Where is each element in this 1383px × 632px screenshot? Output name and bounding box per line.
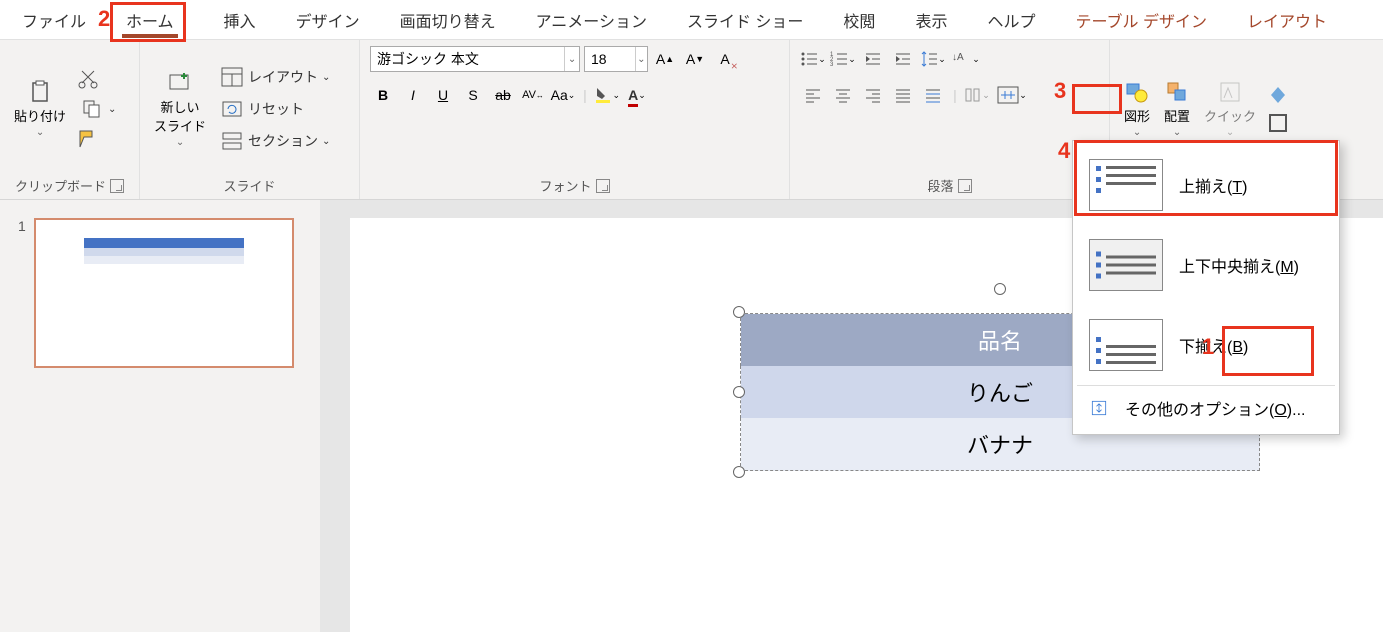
reset-button[interactable]: リセット [216, 95, 334, 123]
bullets-button[interactable]: ⌄ [800, 46, 826, 72]
strike-button[interactable]: ab [490, 82, 516, 108]
section-icon [220, 129, 244, 153]
align-bottom-item[interactable]: 下揃え(B) [1077, 305, 1335, 385]
reset-icon [220, 97, 244, 121]
tab-view[interactable]: 表示 [901, 0, 961, 40]
vertical-align-menu: 上揃え(T) 上下中央揃え(M) 下揃え(B) その他のオプション(O)... [1072, 140, 1340, 435]
thumbnail-slide-1[interactable] [34, 218, 294, 368]
text-direction-button[interactable]: ↓A⌄ [950, 46, 980, 72]
align-center-button[interactable] [830, 82, 856, 108]
thumbnail-panel: 1 [0, 200, 320, 632]
distribute-button[interactable] [920, 82, 946, 108]
paragraph-group-label: 段落 [927, 176, 953, 195]
arrange-icon [1165, 80, 1189, 104]
tab-layout[interactable]: レイアウト [1233, 0, 1341, 40]
clear-format-icon[interactable]: A⨯ [712, 46, 738, 72]
tab-animation[interactable]: アニメーション [522, 0, 661, 40]
shadow-button[interactable]: S [460, 82, 486, 108]
font-name-combo[interactable]: ⌄ [370, 46, 580, 72]
rotate-handle[interactable] [994, 283, 1006, 295]
menu-tabs: ファイル ホーム 挿入 デザイン 画面切り替え アニメーション スライド ショー… [0, 0, 1383, 40]
tab-review[interactable]: 校閲 [829, 0, 889, 40]
svg-text:3: 3 [830, 62, 834, 68]
quick-styles-button[interactable]: クイック⌄ [1200, 78, 1260, 140]
paragraph-dialog-launcher[interactable] [958, 179, 972, 193]
italic-button[interactable]: I [400, 82, 426, 108]
new-slide-button[interactable]: 新しい スライド ⌄ [150, 69, 210, 150]
cut-icon[interactable] [76, 67, 100, 91]
align-middle-icon [1089, 239, 1163, 291]
copy-icon [80, 97, 104, 121]
tab-slideshow[interactable]: スライド ショー [673, 0, 817, 40]
new-slide-icon [168, 71, 192, 95]
line-spacing-button[interactable]: ⌄ [920, 46, 946, 72]
tab-transition[interactable]: 画面切り替え [386, 0, 510, 40]
align-top-item[interactable]: 上揃え(T) [1077, 145, 1335, 225]
clipboard-icon [28, 80, 52, 104]
section-button[interactable]: セクション⌄ [216, 127, 334, 155]
resize-handle[interactable] [733, 306, 745, 318]
vertical-align-button[interactable]: ⌄ [994, 82, 1030, 108]
more-options-icon [1089, 396, 1109, 420]
font-dialog-launcher[interactable] [596, 179, 610, 193]
underline-button[interactable]: U [430, 82, 456, 108]
align-middle-item[interactable]: 上下中央揃え(M) [1077, 225, 1335, 305]
copy-button[interactable]: ⌄ [76, 95, 120, 123]
font-size-combo[interactable]: ⌄ [584, 46, 648, 72]
tab-help[interactable]: ヘルプ [973, 0, 1049, 40]
shapes-button[interactable]: 図形⌄ [1120, 78, 1154, 140]
shape-outline-icon[interactable] [1266, 111, 1290, 135]
clipboard-group-label: クリップボード [15, 176, 106, 195]
format-painter-icon[interactable] [76, 127, 100, 151]
justify-button[interactable] [890, 82, 916, 108]
align-top-icon [1089, 159, 1163, 211]
decrease-font-icon[interactable]: A▼ [682, 46, 708, 72]
chevron-down-icon[interactable]: ⌄ [564, 47, 579, 71]
chevron-down-icon[interactable]: ⌄ [635, 47, 647, 71]
columns-button[interactable]: ⌄ [964, 82, 990, 108]
resize-handle[interactable] [733, 386, 745, 398]
font-group-label: フォント [539, 176, 591, 195]
caret-icon: ⌄ [36, 127, 44, 138]
align-left-button[interactable] [800, 82, 826, 108]
tab-table-design[interactable]: テーブル デザイン [1061, 0, 1221, 40]
clipboard-dialog-launcher[interactable] [110, 179, 124, 193]
layout-icon [220, 65, 244, 89]
shapes-icon [1125, 80, 1149, 104]
decrease-indent-button[interactable] [860, 46, 886, 72]
tab-home[interactable]: ホーム [112, 0, 188, 40]
highlight-button[interactable]: ⌄ [594, 82, 620, 108]
align-more-options-item[interactable]: その他のオプション(O)... [1077, 385, 1335, 430]
quick-icon [1218, 80, 1242, 104]
font-name-input[interactable] [371, 51, 564, 67]
align-bottom-icon [1089, 319, 1163, 371]
font-color-button[interactable]: A⌄ [624, 82, 650, 108]
svg-text:↓A: ↓A [952, 52, 964, 63]
increase-font-icon[interactable]: A▲ [652, 46, 678, 72]
new-slide-label: 新しい スライド [154, 97, 206, 135]
thumbnail-number: 1 [18, 218, 26, 368]
tab-insert[interactable]: 挿入 [210, 0, 270, 40]
tab-file[interactable]: ファイル [8, 0, 100, 40]
font-size-input[interactable] [585, 51, 635, 67]
tab-design[interactable]: デザイン [282, 0, 374, 40]
numbering-button[interactable]: 123⌄ [830, 46, 856, 72]
paste-button[interactable]: 貼り付け ⌄ [10, 78, 70, 140]
layout-button[interactable]: レイアウト⌄ [216, 63, 334, 91]
arrange-button[interactable]: 配置⌄ [1160, 78, 1194, 140]
paste-label: 貼り付け [14, 106, 66, 125]
change-case-button[interactable]: Aa⌄ [550, 82, 576, 108]
align-right-button[interactable] [860, 82, 886, 108]
shape-fill-icon[interactable] [1266, 83, 1290, 107]
char-spacing-button[interactable]: AV↔ [520, 82, 546, 108]
bold-button[interactable]: B [370, 82, 396, 108]
resize-handle[interactable] [733, 466, 745, 478]
increase-indent-button[interactable] [890, 46, 916, 72]
slides-group-label: スライド [223, 176, 275, 195]
